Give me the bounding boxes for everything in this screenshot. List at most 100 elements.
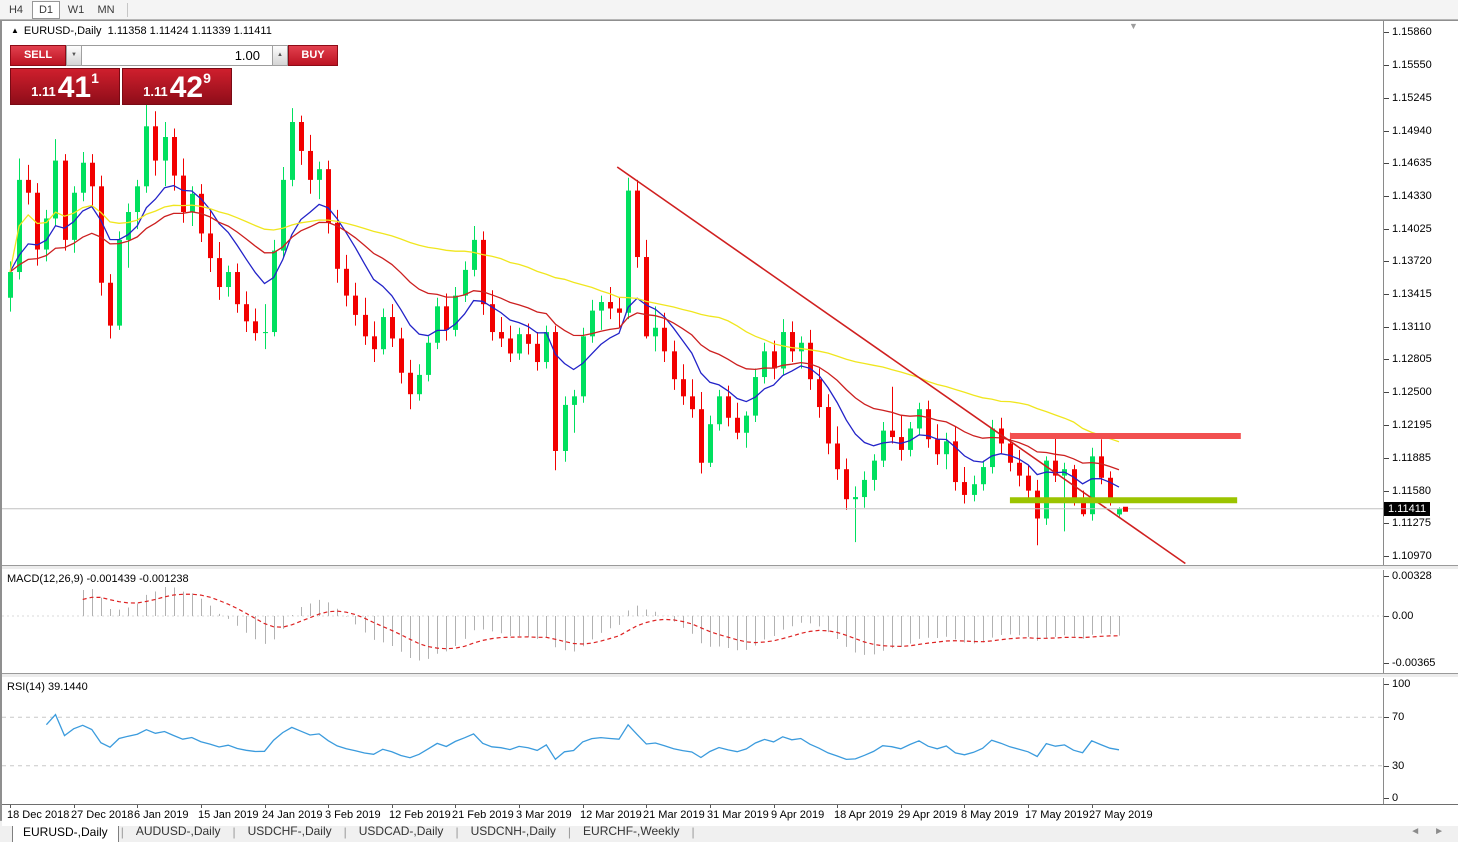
rsi-axis[interactable]: 100 70 30 0 (1383, 678, 1458, 804)
date-label: 6 Jan 2019 (134, 809, 188, 821)
price-tick-label: 1.13415 (1384, 288, 1432, 300)
macd-tick-label: 0.00328 (1384, 570, 1432, 582)
tab-separator: | (344, 825, 347, 839)
tab-separator: | (568, 825, 571, 839)
date-label: 27 Dec 2018 (71, 809, 133, 821)
date-label: 21 Feb 2019 (452, 809, 514, 821)
macd-axis[interactable]: 0.00328 0.00 -0.00365 (1383, 570, 1458, 673)
price-tick-label: 1.12195 (1384, 419, 1432, 431)
date-tick (1092, 805, 1093, 808)
price-tick-label: 1.13720 (1384, 255, 1432, 267)
price-tick-label: 1.11885 (1384, 452, 1431, 464)
sell-price-box[interactable]: 1.11411 (10, 68, 120, 105)
timeframe-button-d1[interactable]: D1 (32, 1, 60, 19)
date-label: 18 Apr 2019 (834, 809, 893, 821)
chart-scroll-marker-icon[interactable]: ▼ (1129, 21, 1138, 31)
date-label: 8 May 2019 (961, 809, 1018, 821)
date-tick (519, 805, 520, 808)
date-label: 3 Mar 2019 (516, 809, 572, 821)
rsi-pane: RSI(14) 39.1440 100 70 30 0 (2, 678, 1458, 804)
date-label: 3 Feb 2019 (325, 809, 381, 821)
macd-tick-label: 0.00 (1384, 610, 1413, 622)
price-tick-label: 1.11275 (1384, 517, 1431, 529)
tab-scroll-right-icon[interactable]: ► (1434, 826, 1444, 837)
symbol-period-label: EURUSD-,Daily (24, 25, 102, 37)
timeframe-button-w1[interactable]: W1 (62, 1, 90, 19)
price-tick-label: 1.10970 (1384, 550, 1432, 562)
date-label: 12 Feb 2019 (389, 809, 451, 821)
price-tick-label: 1.14025 (1384, 223, 1432, 235)
price-axis[interactable]: 1.158601.155501.152451.149401.146351.143… (1383, 21, 1458, 565)
ohlc-values: 1.11358 1.11424 1.11339 1.11411 (108, 25, 272, 37)
buy-price-prefix: 1.11 (143, 84, 168, 99)
price-tick-label: 1.14940 (1384, 125, 1432, 137)
macd-pane: MACD(12,26,9) -0.001439 -0.001238 0.0032… (2, 570, 1458, 673)
buy-button[interactable]: BUY (288, 45, 338, 66)
date-tick (646, 805, 647, 808)
date-tick (710, 805, 711, 808)
toolbar-separator (127, 3, 128, 17)
date-label: 12 Mar 2019 (580, 809, 642, 821)
date-tick (265, 805, 266, 808)
date-tick (1028, 805, 1029, 808)
one-click-trading-panel: SELL ▼ ▲ BUY 1.11411 1.11429 (10, 45, 232, 105)
timeframe-button-h4[interactable]: H4 (2, 1, 30, 19)
trading-terminal: H4D1W1MN ▲ EURUSD-,Daily 1.11358 1.11424 … (0, 0, 1458, 842)
current-price-tag: 1.11411 (1384, 502, 1430, 516)
date-label: 31 Mar 2019 (707, 809, 769, 821)
time-axis[interactable]: 18 Dec 201827 Dec 20186 Jan 2019 15 Jan 2… (2, 804, 1458, 826)
price-pane: ▲ EURUSD-,Daily 1.11358 1.11424 1.11339 1… (2, 21, 1458, 565)
date-tick (74, 805, 75, 808)
sell-price-big: 41 (58, 74, 91, 102)
rsi-plot-area[interactable] (2, 678, 1384, 804)
tab-separator: | (121, 825, 124, 839)
oneclick-collapse-icon[interactable]: ▲ (11, 26, 19, 35)
macd-label: MACD(12,26,9) -0.001439 -0.001238 (7, 573, 189, 585)
sell-button[interactable]: SELL (10, 45, 66, 66)
date-label: 29 Apr 2019 (898, 809, 957, 821)
date-tick (455, 805, 456, 808)
price-tick-label: 1.14330 (1384, 190, 1432, 202)
buy-price-big: 42 (170, 74, 203, 102)
price-tick-label: 1.15860 (1384, 26, 1432, 38)
macd-plot-area[interactable] (2, 570, 1384, 673)
rsi-tick-label: 70 (1384, 711, 1404, 723)
date-label: 24 Jan 2019 (262, 809, 323, 821)
date-label: 17 May 2019 (1025, 809, 1089, 821)
chart-window: ▲ EURUSD-,Daily 1.11358 1.11424 1.11339 1… (0, 20, 1458, 820)
volume-decrease-button[interactable]: ▼ (66, 45, 82, 66)
rsi-tick-label: 0 (1384, 792, 1398, 804)
rsi-tick-label: 30 (1384, 760, 1404, 772)
macd-tick-label: -0.00365 (1384, 657, 1435, 669)
tab-separator: | (691, 825, 694, 839)
date-label: 27 May 2019 (1089, 809, 1153, 821)
date-tick (328, 805, 329, 808)
chart-header: ▲ EURUSD-,Daily 1.11358 1.11424 1.11339 1… (11, 25, 272, 37)
date-tick (137, 805, 138, 808)
timeframe-toolbar: H4D1W1MN (0, 0, 1458, 20)
buy-price-box[interactable]: 1.11429 (122, 68, 232, 105)
tab-scroll-arrows: ◄► (1410, 826, 1444, 837)
date-label: 15 Jan 2019 (198, 809, 259, 821)
timeframe-button-mn[interactable]: MN (92, 1, 120, 19)
tab-scroll-left-icon[interactable]: ◄ (1410, 826, 1420, 837)
macd-chart (2, 570, 1384, 673)
rsi-label: RSI(14) 39.1440 (7, 681, 88, 693)
date-tick (583, 805, 584, 808)
date-label: 21 Mar 2019 (643, 809, 705, 821)
date-tick (201, 805, 202, 808)
price-tick-label: 1.15550 (1384, 59, 1432, 71)
rsi-tick-label: 100 (1384, 678, 1410, 690)
date-tick (901, 805, 902, 808)
date-label: 9 Apr 2019 (771, 809, 824, 821)
rsi-chart (2, 678, 1384, 804)
date-tick (837, 805, 838, 808)
price-tick-label: 1.11580 (1384, 485, 1431, 497)
volume-input[interactable] (82, 45, 272, 66)
price-tick-label: 1.13110 (1384, 321, 1431, 333)
date-label: 18 Dec 2018 (7, 809, 69, 821)
volume-increase-button[interactable]: ▲ (272, 45, 288, 66)
date-tick (774, 805, 775, 808)
sell-price-sup: 1 (91, 70, 99, 86)
tab-separator: | (455, 825, 458, 839)
